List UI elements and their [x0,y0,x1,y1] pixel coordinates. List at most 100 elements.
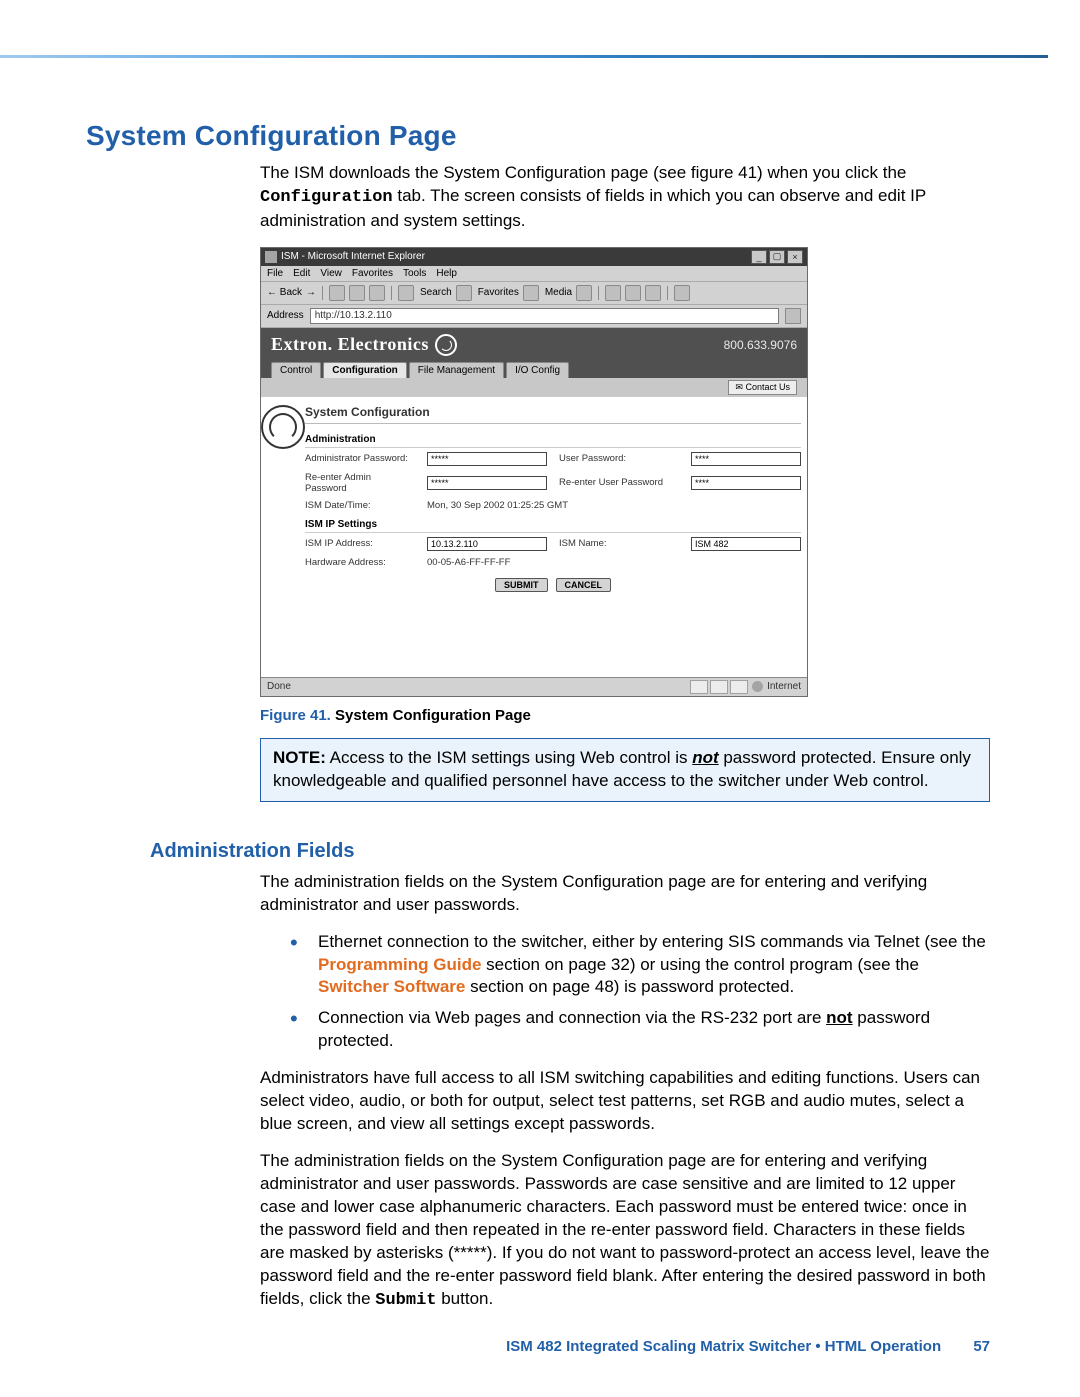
config-side [261,397,305,677]
input-reenter-user-password[interactable] [691,476,801,490]
menu-file[interactable]: File [267,268,283,279]
toolbar-history-icon[interactable] [576,285,592,301]
section-administration: Administration [305,434,801,448]
toolbar-forward-icon[interactable]: → [306,287,316,298]
toolbar-discuss-icon[interactable] [674,285,690,301]
admin-intro: The administration fields on the System … [260,871,990,917]
note-box: NOTE: Access to the ISM settings using W… [260,738,990,802]
input-admin-password[interactable] [427,452,547,466]
toolbar-media-icon[interactable] [523,285,539,301]
tab-io-config[interactable]: I/O Config [506,362,569,378]
toolbar-separator [598,286,599,300]
status-cell [710,680,728,694]
submit-word: Submit [375,1291,436,1310]
toolbar-favorites-label[interactable]: Favorites [478,287,519,298]
bullet-text: section on page 32) or using the control… [481,955,919,974]
cancel-button[interactable]: CANCEL [556,578,612,592]
input-ism-name[interactable] [691,537,801,551]
menu-favorites[interactable]: Favorites [352,268,393,279]
address-label: Address [267,310,304,321]
intro-paragraph: The ISM downloads the System Configurati… [260,162,990,233]
page-footer: ISM 482 Integrated Scaling Matrix Switch… [506,1338,990,1355]
status-zone: Internet [767,681,801,692]
submit-button[interactable]: SUBMIT [495,578,548,592]
input-reenter-admin-password[interactable] [427,476,547,490]
admin-p3-after: button. [436,1289,493,1308]
footer-title: ISM 482 Integrated Scaling Matrix Switch… [506,1338,941,1355]
menu-edit[interactable]: Edit [293,268,310,279]
status-done: Done [267,681,291,692]
admin-p3-before: The administration fields on the System … [260,1151,989,1308]
address-go-button[interactable] [785,308,801,324]
toolbar-media-label[interactable]: Media [545,287,572,298]
value-hardware-address: 00-05-A6-FF-FF-FF [427,557,801,568]
link-switcher-software[interactable]: Switcher Software [318,977,465,996]
bullet-not: not [826,1008,852,1027]
admin-paragraph-2: Administrators have full access to all I… [260,1067,990,1136]
admin-paragraph-3: The administration fields on the System … [260,1150,990,1313]
ie-address-bar: Address http://10.13.2.110 [261,305,807,328]
toolbar-favorites-icon[interactable] [456,285,472,301]
label-ism-datetime: ISM Date/Time: [305,500,415,511]
label-ism-ip-address: ISM IP Address: [305,538,415,549]
bullet-text: Connection via Web pages and connection … [318,1008,826,1027]
note-label: NOTE: [273,748,326,767]
page-top-rule [0,55,1048,58]
figure-label: Figure 41. [260,707,331,724]
ie-menubar: File Edit View Favorites Tools Help [261,266,807,281]
bullet-text: Ethernet connection to the switcher, eit… [318,932,986,951]
menu-tools[interactable]: Tools [403,268,426,279]
footer-page-number: 57 [973,1338,990,1355]
status-cell [730,680,748,694]
config-body: System Configuration Administration Admi… [261,397,807,677]
toolbar-back-label[interactable]: ← Back [267,287,302,298]
bullet-item: Connection via Web pages and connection … [290,1007,990,1053]
admin-bullet-list: Ethernet connection to the switcher, eit… [290,931,990,1054]
window-close-button[interactable]: × [787,250,803,264]
status-cell [690,680,708,694]
link-programming-guide[interactable]: Programming Guide [318,955,481,974]
globe-icon [752,681,763,692]
config-tab-label: Configuration [260,188,393,207]
page-tabs: Control Configuration File Management I/… [271,362,797,378]
tab-configuration[interactable]: Configuration [323,362,407,378]
toolbar-separator [322,286,323,300]
toolbar-print-icon[interactable] [625,285,641,301]
note-text-before: Access to the ISM settings using Web con… [326,748,692,767]
tab-control[interactable]: Control [271,362,321,378]
input-ism-ip-address[interactable] [427,537,547,551]
toolbar-refresh-icon[interactable] [349,285,365,301]
contact-us-button[interactable]: ✉ Contact Us [728,380,797,395]
toolbar-edit-icon[interactable] [645,285,661,301]
toolbar-home-icon[interactable] [369,285,385,301]
figure-caption: Figure 41. System Configuration Page [260,707,990,724]
toolbar-separator [391,286,392,300]
contact-row: ✉ Contact Us [261,378,807,397]
brand-swirl-icon [435,334,457,356]
toolbar-search-label[interactable]: Search [420,287,452,298]
bullet-item: Ethernet connection to the switcher, eit… [290,931,990,1000]
tab-file-management[interactable]: File Management [409,362,504,378]
ie-logo-icon [265,251,277,263]
menu-help[interactable]: Help [436,268,457,279]
address-input[interactable]: http://10.13.2.110 [310,308,779,324]
label-reenter-admin-password: Re-enter Admin Password [305,472,415,494]
site-header: Extron. Electronics 800.633.9076 Control… [261,328,807,378]
toolbar-stop-icon[interactable] [329,285,345,301]
toolbar-separator [667,286,668,300]
window-minimize-button[interactable]: _ [751,250,767,264]
label-reenter-user-password: Re-enter User Password [559,477,679,488]
toolbar-search-icon[interactable] [398,285,414,301]
label-user-password: User Password: [559,453,679,464]
ie-titlebar: ISM - Microsoft Internet Explorer _ ▢ × [261,248,807,266]
value-ism-datetime: Mon, 30 Sep 2002 01:25:25 GMT [427,500,801,511]
menu-view[interactable]: View [320,268,342,279]
label-hardware-address: Hardware Address: [305,557,415,568]
figure-title: System Configuration Page [335,707,531,724]
toolbar-mail-icon[interactable] [605,285,621,301]
input-user-password[interactable] [691,452,801,466]
ie-status-bar: Done Internet [261,677,807,696]
window-maximize-button[interactable]: ▢ [769,250,785,264]
brand-text: Extron. Electronics [271,334,429,355]
brand-logo: Extron. Electronics [271,334,457,356]
